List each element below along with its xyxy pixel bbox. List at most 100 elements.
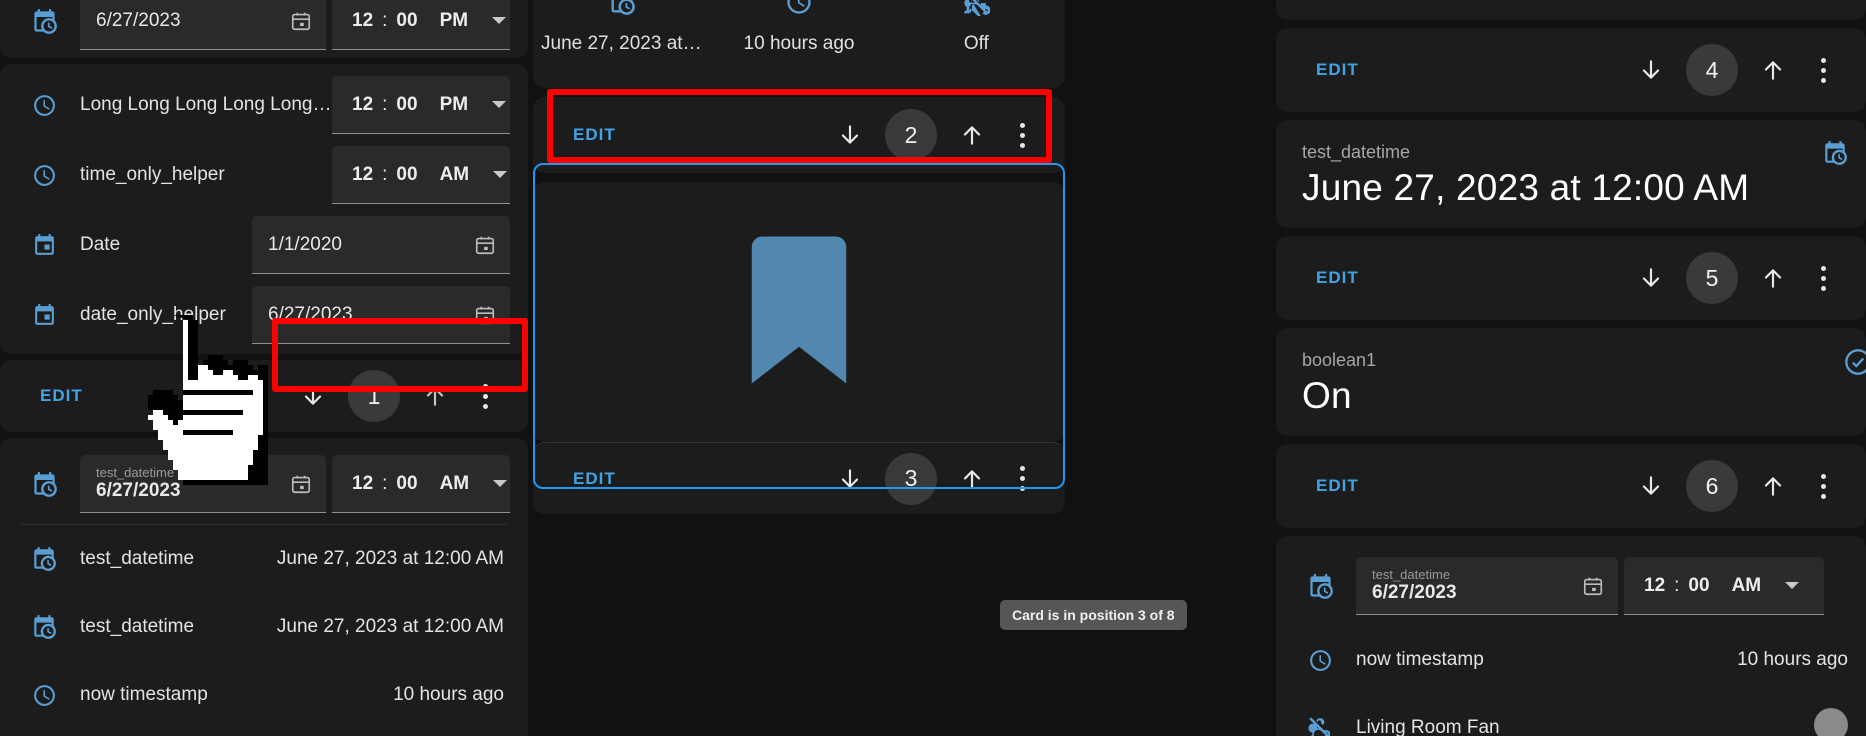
entity-row-date-only-helper[interactable]: date_only_helper 6/27/2023 [0,280,528,350]
time-hour[interactable]: 12 [1644,575,1665,597]
headline-card-test-datetime[interactable]: test_datetime June 27, 2023 at 12:00 AM [1276,120,1866,228]
clock-icon [1298,638,1342,682]
calendar-picker-icon[interactable] [1582,575,1604,597]
date-field-value: 6/27/2023 [96,9,181,31]
arrow-up-icon[interactable] [1756,53,1790,87]
arrow-down-icon[interactable] [1634,53,1668,87]
date-field-value: 6/27/2023 [268,303,353,325]
calendar-icon [22,223,66,267]
time-period[interactable]: AM [1710,575,1762,597]
time-period[interactable]: AM [418,164,470,186]
fan-off-icon [962,0,991,24]
entity-row-test-datetime[interactable]: test_datetime June 27, 2023 at 12:00 AM [0,593,528,661]
time-hour[interactable]: 12 [352,94,373,116]
time-hour[interactable]: 12 [352,473,373,495]
card-position-controls: 5 [1634,252,1838,304]
arrow-down-icon[interactable] [1634,469,1668,503]
calendar-clock-icon [1298,564,1342,608]
kebab-menu-icon[interactable] [1808,260,1838,296]
entity-value: 10 hours ago [393,684,504,705]
glance-item-now-timestamp[interactable]: 10 hours ago [710,0,887,70]
arrow-up-icon[interactable] [955,462,989,496]
chevron-down-icon[interactable] [492,17,507,24]
card-position-badge: 6 [1686,460,1738,512]
arrow-up-icon[interactable] [955,118,989,152]
arrow-down-icon[interactable] [1634,261,1668,295]
time-field[interactable]: 12 : 00 AM [1624,557,1824,615]
chevron-down-icon[interactable] [493,480,508,487]
card-edit-bar-position-5: EDIT 5 [1276,236,1866,320]
entity-toggle[interactable] [1814,708,1848,736]
arrow-up-icon[interactable] [418,379,452,413]
kebab-menu-icon[interactable] [1007,461,1037,497]
chevron-down-icon[interactable] [492,101,507,108]
entity-row-test-datetime-picker[interactable]: test_datetime 6/27/2023 12 : 00 AM [0,444,528,524]
left-column: 6/27/2023 12 : 00 PM Long Long Long Long… [0,0,528,736]
entity-row-now-timestamp[interactable]: now timestamp 10 hours ago [1276,626,1866,694]
time-hour[interactable]: 12 [352,164,373,186]
calendar-picker-icon[interactable] [290,10,312,32]
arrow-up-icon[interactable] [1756,261,1790,295]
time-field[interactable]: 12 : 00 PM [332,0,510,50]
time-minute[interactable]: 00 [1688,575,1709,597]
card-position-controls: 1 [296,370,500,422]
calendar-picker-icon[interactable] [290,473,312,495]
time-period[interactable]: PM [418,94,469,116]
time-minute[interactable]: 00 [396,473,417,495]
right-column: EDIT 4 test_datetime June 27, 2023 at 12… [1276,0,1866,736]
calendar-picker-icon[interactable] [474,234,496,256]
edit-button[interactable]: EDIT [573,125,616,145]
date-field[interactable]: 6/27/2023 [80,0,326,50]
entity-row-test-datetime-picker[interactable]: test_datetime 6/27/2023 12 : 00 AM [1276,546,1866,626]
glance-item-test-datetime[interactable]: June 27, 2023 at 12:0... [533,0,710,70]
time-field[interactable]: 12 : 00 AM [332,146,510,204]
time-separator: : [382,9,388,31]
arrow-down-icon[interactable] [833,118,867,152]
entity-row-datetime[interactable]: 6/27/2023 12 : 00 PM [0,0,528,56]
calendar-clock-icon [22,537,66,581]
kebab-menu-icon[interactable] [1808,468,1838,504]
time-field[interactable]: 12 : 00 AM [332,455,510,513]
arrow-down-icon[interactable] [833,462,867,496]
time-period[interactable]: AM [418,473,470,495]
time-period[interactable]: PM [418,10,469,32]
date-field[interactable]: test_datetime 6/27/2023 [1356,557,1618,615]
time-minute[interactable]: 00 [396,10,417,32]
entity-row-date[interactable]: Date 1/1/2020 [0,210,528,280]
chevron-down-icon[interactable] [1785,582,1800,589]
arrow-down-icon[interactable] [296,379,330,413]
entities-card-left-bottom: test_datetime 6/27/2023 12 : 00 AM test_… [0,438,528,736]
edit-button[interactable]: EDIT [1316,476,1359,496]
arrow-up-icon[interactable] [1756,469,1790,503]
entity-row-living-room-fan[interactable]: Living Room Fan [1276,694,1866,736]
time-separator: : [382,163,388,185]
time-field[interactable]: 12 : 00 PM [332,76,510,134]
date-field[interactable]: 6/27/2023 [252,286,510,344]
entity-name: Date [80,234,121,255]
glance-item-fan[interactable]: Off [888,0,1065,70]
entity-row-long-name[interactable]: Long Long Long Long Long Long N... 12 : … [0,70,528,140]
chevron-down-icon[interactable] [493,171,508,178]
kebab-menu-icon[interactable] [1007,117,1037,153]
time-minute[interactable]: 00 [396,94,417,116]
date-field-label: test_datetime [1372,566,1451,582]
calendar-picker-icon[interactable] [474,304,496,326]
headline-card-boolean1[interactable]: boolean1 On [1276,328,1866,436]
kebab-menu-icon[interactable] [470,378,500,414]
kebab-menu-icon[interactable] [1808,52,1838,88]
edit-button[interactable]: EDIT [1316,60,1359,80]
time-minute[interactable]: 00 [396,164,417,186]
time-hour[interactable]: 12 [352,10,373,32]
entity-name: test_datetime [80,548,195,569]
card-position-tooltip: Card is in position 3 of 8 [1000,600,1187,630]
entity-row-test-datetime[interactable]: test_datetime June 27, 2023 at 12:00 AM [0,525,528,593]
entity-row-time-only-helper[interactable]: time_only_helper 12 : 00 AM [0,140,528,210]
card-position-badge: 3 [885,452,937,505]
edit-button[interactable]: EDIT [1316,268,1359,288]
edit-button[interactable]: EDIT [40,386,83,406]
date-field[interactable]: 1/1/2020 [252,216,510,274]
edit-button[interactable]: EDIT [573,469,616,489]
date-field[interactable]: test_datetime 6/27/2023 [80,455,326,513]
entity-row-now-timestamp[interactable]: now timestamp 10 hours ago [0,661,528,729]
picture-card[interactable] [533,182,1065,442]
